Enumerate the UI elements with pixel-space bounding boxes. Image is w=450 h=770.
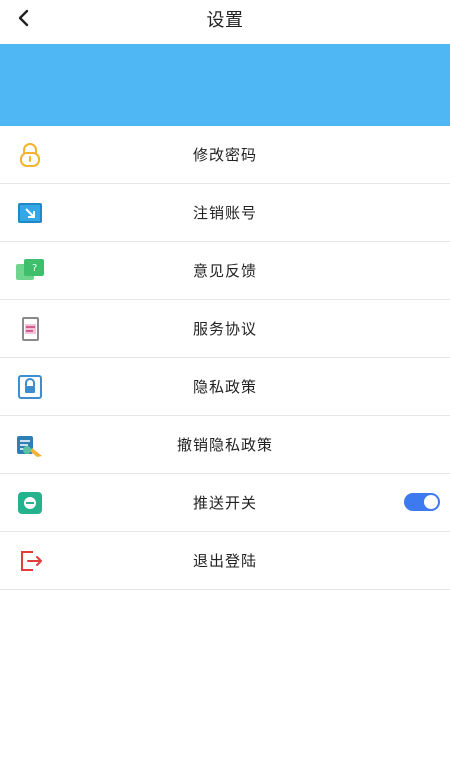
chevron-left-icon: [18, 9, 29, 27]
change-password-label: 修改密码: [192, 146, 257, 164]
push-toggle[interactable]: [404, 493, 440, 511]
push-switch-label: 推送开关: [192, 494, 257, 512]
settings-screen: 设置 修改密码 注销账号 ? 意见反馈 服务协议 隐私政策 撤销隐私政策 推送开…: [0, 0, 450, 770]
lock-icon: [14, 139, 46, 171]
settings-list: 修改密码 注销账号 ? 意见反馈 服务协议 隐私政策 撤销隐私政策 推送开关 退…: [0, 126, 450, 590]
logout-label: 退出登陆: [192, 552, 257, 570]
document-icon: [14, 313, 46, 345]
revoke-privacy-policy-item[interactable]: 撤销隐私政策: [0, 416, 450, 474]
page-title: 设置: [206, 10, 244, 31]
service-agreement-item[interactable]: 服务协议: [0, 300, 450, 358]
service-agreement-label: 服务协议: [192, 320, 257, 338]
revoke-privacy-icon: [14, 429, 46, 461]
svg-text:?: ?: [32, 263, 37, 274]
privacy-policy-label: 隐私政策: [192, 378, 257, 396]
feedback-label: 意见反馈: [192, 262, 257, 280]
feedback-icon: ?: [14, 255, 46, 287]
feedback-item[interactable]: ? 意见反馈: [0, 242, 450, 300]
header: 设置: [0, 0, 450, 38]
privacy-policy-item[interactable]: 隐私政策: [0, 358, 450, 416]
account-cancel-icon: [14, 197, 46, 229]
push-switch-item[interactable]: 推送开关: [0, 474, 450, 532]
logout-icon: [14, 545, 46, 577]
revoke-privacy-policy-label: 撤销隐私政策: [176, 436, 273, 454]
cancel-account-item[interactable]: 注销账号: [0, 184, 450, 242]
banner: [0, 44, 450, 126]
privacy-icon: [14, 371, 46, 403]
change-password-item[interactable]: 修改密码: [0, 126, 450, 184]
back-button[interactable]: [10, 4, 38, 32]
cancel-account-label: 注销账号: [192, 204, 257, 222]
notification-icon: [14, 487, 46, 519]
logout-item[interactable]: 退出登陆: [0, 532, 450, 590]
toggle-knob: [424, 495, 438, 509]
